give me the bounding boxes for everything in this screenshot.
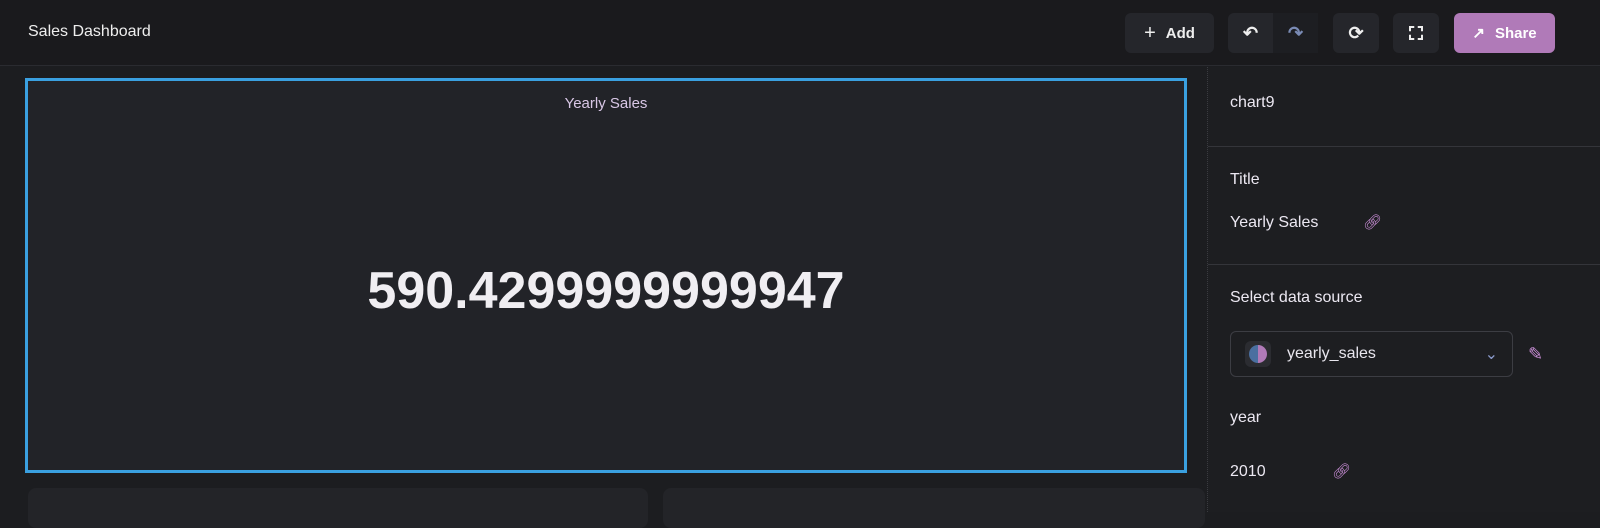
chart-id: chart9 bbox=[1230, 94, 1275, 111]
properties-panel: chart9 Title Yearly Sales 🔗︎ Select data… bbox=[1207, 67, 1600, 512]
link-icon[interactable]: 🔗︎ bbox=[1332, 462, 1351, 480]
fullscreen-button[interactable] bbox=[1393, 13, 1439, 53]
param-value[interactable]: 2010 bbox=[1230, 463, 1266, 481]
title-value[interactable]: Yearly Sales bbox=[1230, 214, 1318, 232]
top-bar: Sales Dashboard + Add ↶ ↷ ⟳ ↗ Share bbox=[0, 0, 1600, 66]
globe-icon bbox=[1245, 341, 1271, 367]
data-source-value: yearly_sales bbox=[1287, 345, 1376, 362]
dashboard-title: Sales Dashboard bbox=[28, 23, 151, 40]
fullscreen-icon bbox=[1409, 26, 1423, 40]
share-label: Share bbox=[1494, 24, 1537, 42]
dashboard-canvas: Yearly Sales 590.4299999999947 bbox=[0, 67, 1207, 528]
external-link-icon: ↗ bbox=[1472, 25, 1485, 42]
refresh-button[interactable]: ⟳ bbox=[1333, 13, 1379, 53]
edit-icon[interactable]: ✎ bbox=[1528, 344, 1543, 365]
add-button[interactable]: + Add bbox=[1125, 13, 1214, 53]
chart-id-section: chart9 bbox=[1208, 67, 1600, 147]
title-label: Title bbox=[1230, 171, 1260, 188]
chart-card[interactable] bbox=[28, 488, 648, 528]
link-icon[interactable]: 🔗︎ bbox=[1363, 213, 1382, 231]
param-label: year bbox=[1230, 409, 1262, 426]
title-section: Title Yearly Sales 🔗︎ bbox=[1208, 147, 1600, 265]
refresh-icon: ⟳ bbox=[1348, 22, 1364, 43]
chart-title: Yearly Sales bbox=[564, 95, 648, 112]
history-group: ↶ ↷ bbox=[1228, 13, 1318, 53]
chart-card[interactable] bbox=[663, 488, 1205, 528]
add-label: Add bbox=[1165, 24, 1195, 42]
share-button[interactable]: ↗ Share bbox=[1454, 13, 1555, 53]
chart-card-selected[interactable]: Yearly Sales 590.4299999999947 bbox=[25, 78, 1187, 473]
data-source-label: Select data source bbox=[1230, 289, 1363, 306]
chevron-down-icon: ⌄ bbox=[1484, 346, 1498, 363]
plus-icon: + bbox=[1144, 21, 1156, 44]
data-source-select[interactable]: yearly_sales ⌄ bbox=[1230, 331, 1513, 377]
undo-icon[interactable]: ↶ bbox=[1228, 23, 1273, 44]
metric-value: 590.4299999999947 bbox=[367, 262, 845, 320]
redo-icon[interactable]: ↷ bbox=[1273, 13, 1318, 53]
